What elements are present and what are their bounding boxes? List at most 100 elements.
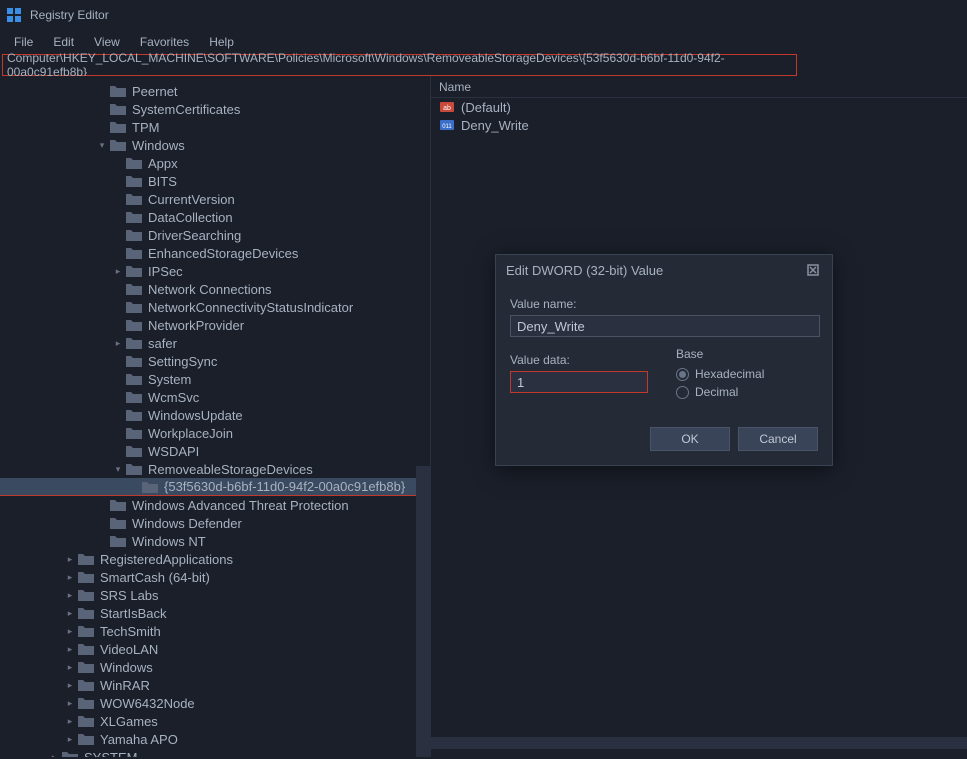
close-icon[interactable] <box>804 261 822 279</box>
dword-value-icon: 011 <box>439 117 455 133</box>
folder-icon <box>110 102 126 116</box>
folder-icon <box>126 300 142 314</box>
menu-file[interactable]: File <box>6 33 41 51</box>
tree-item[interactable]: DataCollection <box>0 208 430 226</box>
tree-item[interactable]: TPM <box>0 118 430 136</box>
chevron-right-icon[interactable]: ▸ <box>64 716 76 727</box>
tree-item[interactable]: Appx <box>0 154 430 172</box>
tree-item[interactable]: ▸Windows <box>0 658 430 676</box>
tree-item[interactable]: ▸ WinRAR <box>0 676 430 694</box>
window-title: Registry Editor <box>30 8 109 22</box>
tree-item-label: Windows Advanced Threat Protection <box>132 498 349 513</box>
chevron-down-icon[interactable]: ▾ <box>112 464 124 475</box>
folder-icon <box>78 552 94 566</box>
menu-help[interactable]: Help <box>201 33 242 51</box>
ok-button[interactable]: OK <box>650 427 730 451</box>
tree-item[interactable]: Windows Advanced Threat Protection <box>0 496 430 514</box>
tree-item[interactable]: BITS <box>0 172 430 190</box>
tree-item[interactable]: ▸XLGames <box>0 712 430 730</box>
menu-view[interactable]: View <box>86 33 128 51</box>
folder-icon <box>78 732 94 746</box>
values-header[interactable]: Name <box>431 76 967 98</box>
folder-icon <box>126 444 142 458</box>
tree-scrollbar[interactable] <box>416 466 430 757</box>
value-name-field[interactable] <box>510 315 820 337</box>
folder-icon <box>126 390 142 404</box>
title-bar: Registry Editor <box>0 0 967 30</box>
tree-item[interactable]: SettingSync <box>0 352 430 370</box>
chevron-down-icon[interactable]: ▾ <box>96 140 108 151</box>
dialog-body: Value name: Value data: Base Hexadecimal… <box>496 285 832 465</box>
folder-icon <box>126 318 142 332</box>
tree-item[interactable]: ▾Windows <box>0 136 430 154</box>
chevron-right-icon[interactable]: ▸ <box>64 608 76 619</box>
tree-item[interactable]: {53f5630d-b6bf-11d0-94f2-00a0c91efb8b} <box>0 478 430 496</box>
tree-item[interactable]: ▸StartIsBack <box>0 604 430 622</box>
chevron-right-icon[interactable]: ▸ <box>64 644 76 655</box>
tree-item[interactable]: WcmSvc <box>0 388 430 406</box>
tree-item[interactable]: SystemCertificates <box>0 100 430 118</box>
values-scrollbar[interactable] <box>431 737 967 749</box>
tree-item-label: EnhancedStorageDevices <box>148 246 298 261</box>
tree-item[interactable]: ▸TechSmith <box>0 622 430 640</box>
value-row[interactable]: ab(Default) <box>431 98 967 116</box>
address-bar[interactable]: Computer\HKEY_LOCAL_MACHINE\SOFTWARE\Pol… <box>2 54 797 76</box>
tree-panel: PeernetSystemCertificatesTPM▾WindowsAppx… <box>0 76 430 757</box>
folder-icon <box>78 606 94 620</box>
chevron-right-icon[interactable]: ▸ <box>64 590 76 601</box>
tree-item[interactable]: WindowsUpdate <box>0 406 430 424</box>
folder-icon <box>110 120 126 134</box>
tree-item[interactable]: Windows NT <box>0 532 430 550</box>
tree-item[interactable]: ▸RegisteredApplications <box>0 550 430 568</box>
tree-item[interactable]: WorkplaceJoin <box>0 424 430 442</box>
app-icon <box>6 7 22 23</box>
tree-item-label: RemoveableStorageDevices <box>148 462 313 477</box>
tree-item[interactable]: ▸SmartCash (64-bit) <box>0 568 430 586</box>
tree-item[interactable]: System <box>0 370 430 388</box>
chevron-right-icon[interactable]: ▸ <box>64 680 76 691</box>
chevron-right-icon[interactable]: ▸ <box>48 752 60 758</box>
chevron-right-icon[interactable]: ▸ <box>64 626 76 637</box>
tree-item[interactable]: ▾ RemoveableStorageDevices <box>0 460 430 478</box>
tree-item[interactable]: NetworkProvider <box>0 316 430 334</box>
folder-icon <box>126 282 142 296</box>
tree-item[interactable]: ▸VideoLAN <box>0 640 430 658</box>
menu-edit[interactable]: Edit <box>45 33 82 51</box>
tree-item[interactable]: DriverSearching <box>0 226 430 244</box>
radio-decimal[interactable]: Decimal <box>676 385 764 399</box>
tree-item[interactable]: ▸Yamaha APO <box>0 730 430 748</box>
chevron-right-icon[interactable]: ▸ <box>64 734 76 745</box>
menu-favorites[interactable]: Favorites <box>132 33 197 51</box>
tree-item[interactable]: Peernet <box>0 82 430 100</box>
folder-icon <box>78 678 94 692</box>
tree-item[interactable]: ▸SYSTEM <box>0 748 430 757</box>
tree-item[interactable]: EnhancedStorageDevices <box>0 244 430 262</box>
chevron-right-icon[interactable]: ▸ <box>112 338 124 349</box>
chevron-right-icon[interactable]: ▸ <box>64 662 76 673</box>
value-name: Deny_Write <box>461 118 529 133</box>
cancel-button[interactable]: Cancel <box>738 427 818 451</box>
value-name: (Default) <box>461 100 511 115</box>
folder-icon <box>126 354 142 368</box>
tree-item[interactable]: ▸WOW6432Node <box>0 694 430 712</box>
tree-item[interactable]: ▸ safer <box>0 334 430 352</box>
tree-item[interactable]: NetworkConnectivityStatusIndicator <box>0 298 430 316</box>
chevron-right-icon[interactable]: ▸ <box>64 698 76 709</box>
tree-item[interactable]: CurrentVersion <box>0 190 430 208</box>
folder-icon <box>126 336 142 350</box>
chevron-right-icon[interactable]: ▸ <box>64 572 76 583</box>
chevron-right-icon[interactable]: ▸ <box>64 554 76 565</box>
tree-item-label: safer <box>148 336 177 351</box>
tree-item[interactable]: ▸SRS Labs <box>0 586 430 604</box>
chevron-right-icon[interactable]: ▸ <box>112 266 124 277</box>
value-row[interactable]: 011 Deny_Write <box>431 116 967 134</box>
tree-item[interactable]: Windows Defender <box>0 514 430 532</box>
value-data-field[interactable] <box>510 371 648 393</box>
tree-item[interactable]: Network Connections <box>0 280 430 298</box>
tree-item-label: WinRAR <box>100 678 150 693</box>
tree-item[interactable]: WSDAPI <box>0 442 430 460</box>
registry-tree[interactable]: PeernetSystemCertificatesTPM▾WindowsAppx… <box>0 82 430 757</box>
tree-item[interactable]: ▸IPSec <box>0 262 430 280</box>
tree-item-label: WindowsUpdate <box>148 408 243 423</box>
radio-hexadecimal[interactable]: Hexadecimal <box>676 367 764 381</box>
